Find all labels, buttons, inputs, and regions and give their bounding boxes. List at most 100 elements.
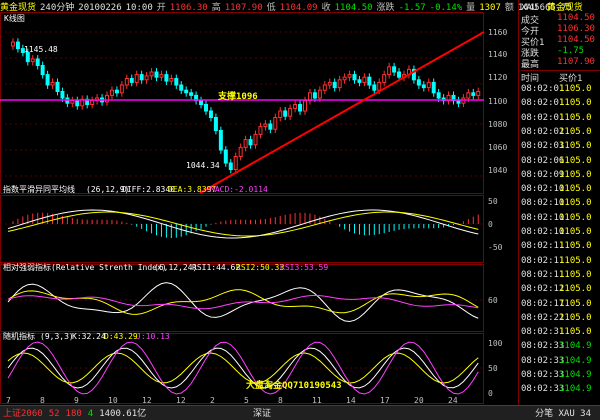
side-name: 黄金现货: [546, 3, 583, 13]
tick-row: 08:02:33 1104.9: [521, 356, 600, 369]
x-tick: 12: [176, 396, 186, 405]
candle-body: [10, 41, 15, 47]
candle-body: [362, 76, 367, 83]
index-shanghai[interactable]: 上证2060: [0, 409, 46, 419]
macd-title: 指数平滑异同平均线: [3, 184, 75, 194]
candle-body: [124, 78, 129, 86]
candle-body: [208, 110, 213, 118]
tick-time: 08:02:10: [521, 198, 565, 209]
kdj-k-line: [7, 347, 479, 389]
candle-body: [288, 107, 293, 117]
tick-time: 08:02:01: [521, 98, 565, 109]
tick-price: 1105.0: [559, 141, 592, 152]
x-tick: 5: [244, 396, 249, 405]
index-shenzhen[interactable]: 深证: [250, 406, 274, 419]
tick-price: 1105.0: [559, 312, 592, 323]
candle-body: [387, 66, 392, 76]
candle-body: [105, 94, 109, 103]
quote-side-panel: XAU 黄金现货 成交 1104.50 今开 1106.30 买价1 1104.50 涨跌 -…: [518, 0, 600, 405]
candle-body: [253, 133, 258, 146]
candle-body: [426, 81, 431, 89]
x-tick: 10: [108, 396, 118, 405]
kdj-d-line: [7, 352, 479, 384]
y-tick: 50: [488, 364, 498, 373]
tick-row: 08:02:02 1105.0: [521, 127, 600, 140]
macd-value: MACD:-2.0114: [210, 185, 268, 194]
tick-price: 1105.0: [559, 298, 592, 309]
tick-time: 08:02:12: [521, 284, 565, 295]
kdj-j: J:10.13: [136, 332, 170, 341]
chart-area[interactable]: 1160 1140 1120 1100 1080 1060 1040 K线图 1…: [0, 12, 518, 405]
tick-time: 08:02:31: [521, 327, 565, 338]
candle-body: [347, 74, 352, 78]
tick-row: 08:02:33 1104.9: [521, 370, 600, 383]
y-tick: 50: [488, 197, 498, 206]
candle-body: [456, 100, 461, 104]
candle-body: [199, 100, 204, 105]
candle-body: [342, 76, 347, 81]
tick-row: 08:02:10 1105.0: [521, 184, 600, 197]
candle-body: [397, 71, 402, 78]
candle-body: [174, 78, 179, 86]
x-tick: 8: [278, 396, 283, 405]
candle-body: [204, 104, 208, 112]
tick-row: 08:02:09 1105.0: [521, 170, 600, 183]
tick-row: 08:02:31 1105.0: [521, 327, 600, 340]
tick-price: 1105.0: [559, 241, 592, 252]
candle-body: [273, 117, 278, 130]
tick-time: 08:02:01: [521, 84, 565, 94]
tick-row: 08:02:12 1105.0: [521, 284, 600, 297]
time-header: 时间: [521, 74, 540, 84]
candle-body: [184, 89, 189, 94]
side-symbol: XAU: [521, 3, 538, 13]
tick-time: 08:02:33: [521, 370, 565, 380]
tick-row: 08:02:06 1105.0: [521, 156, 600, 169]
x-tick: 11: [312, 396, 322, 405]
x-tick: 2: [210, 396, 215, 405]
tick-time: 08:02:17: [521, 298, 565, 309]
macd-dea-line: [7, 211, 479, 237]
candle-body: [179, 84, 184, 91]
tick-row: 08:02:22 1105.0: [521, 313, 600, 326]
candle-body: [268, 123, 273, 130]
y-tick: 0: [488, 389, 493, 398]
candle-body: [298, 104, 303, 112]
y-tick: 1120: [488, 73, 507, 82]
main-grid: [0, 31, 484, 369]
tick-tab[interactable]: 分笔 XAU 34: [532, 406, 594, 419]
rsi-y-tick: 60: [488, 296, 498, 305]
tick-time: 08:02:33: [521, 355, 565, 366]
candle-body: [337, 79, 342, 89]
candle-body: [35, 58, 40, 66]
tick-row: 08:02:10 1105.0: [521, 213, 600, 226]
status-item: 180: [65, 409, 82, 419]
candle-body: [213, 117, 218, 131]
tick-time: 08:02:22: [521, 312, 565, 323]
low-annotation: 1044.34: [186, 161, 220, 170]
tick-row: 08:02:03 1105.0: [521, 141, 600, 154]
kdj-y-axis: 100 50 0: [488, 339, 503, 398]
kdj-title: 随机指标: [3, 331, 35, 341]
candle-body: [30, 58, 35, 63]
y-tick: 100: [488, 339, 503, 348]
candle-body: [164, 74, 169, 82]
tick-row: 08:02:10 1105.0: [521, 198, 600, 211]
tick-price: 1105.0: [559, 126, 592, 137]
tick-price: 1105.0: [559, 112, 592, 123]
field-value: 1107.90: [557, 57, 595, 67]
candle-body: [317, 89, 322, 99]
tick-time: 08:02:10: [521, 212, 565, 223]
candle-body: [75, 100, 80, 107]
candle-body: [139, 74, 144, 81]
candle-body: [149, 71, 154, 77]
tick-time: 08:02:33: [521, 341, 565, 352]
tick-row: 08:02:33 1104.9: [521, 341, 600, 354]
tick-price: 1105.0: [559, 327, 592, 338]
tick-price: 1105.0: [559, 184, 592, 195]
y-tick: 1160: [488, 28, 507, 37]
candle-body: [243, 139, 248, 148]
tick-row: 08:02:11 1105.0: [521, 256, 600, 269]
candle-body: [109, 89, 114, 96]
x-tick: 12: [142, 396, 152, 405]
tick-time: 08:02:09: [521, 169, 565, 180]
